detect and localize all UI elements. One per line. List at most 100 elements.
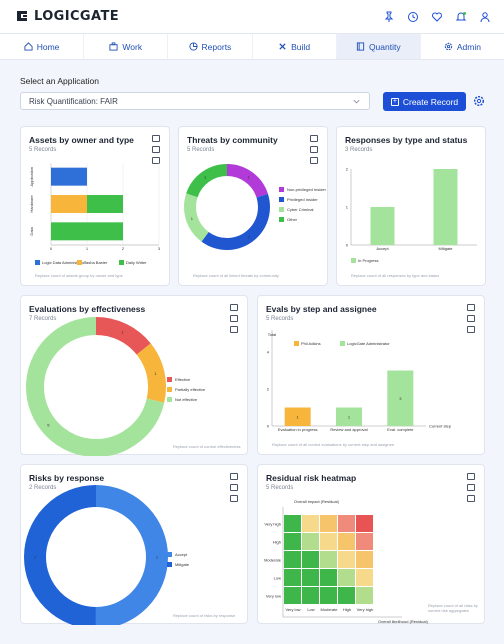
tab-home[interactable]: Home — [0, 34, 85, 59]
legend-swatch — [279, 197, 284, 202]
x-tick-label: Review and approval — [330, 427, 367, 432]
history-icon[interactable] — [402, 6, 424, 28]
brand-name: LOGICGATE — [34, 8, 119, 24]
heatmap-cell — [302, 551, 319, 568]
bell-icon[interactable] — [450, 6, 472, 28]
legend-swatch — [279, 187, 284, 192]
y-tick-label: Moderate — [264, 558, 282, 563]
heatmap-cell — [356, 551, 373, 568]
legend-label: Accept — [175, 552, 188, 557]
legend-swatch — [167, 397, 172, 402]
legend-swatch — [294, 341, 299, 346]
x-tick-label: Very low — [285, 607, 300, 612]
legend-swatch — [167, 387, 172, 392]
pie-chart-icon — [188, 42, 198, 51]
legend-label: Phil Adkins — [301, 341, 321, 346]
assets-card: Assets by owner and type 5 Records 0123A… — [20, 126, 170, 286]
heatmap-cell — [302, 515, 319, 532]
x-tick-label: High — [343, 607, 351, 612]
legend-label: Non-privileged Insider — [287, 187, 327, 192]
settings-gear-icon[interactable] — [473, 95, 485, 107]
heart-icon[interactable] — [426, 6, 448, 28]
y-tick-label: 0 — [267, 424, 270, 429]
assets-chart: 0 1 2 3ApplicationHardwareDataLogic Data Ad… — [29, 163, 161, 265]
legend-label: Tasha Baxter — [84, 260, 108, 265]
heatmap-cell — [302, 569, 319, 586]
tab-label: Build — [291, 41, 311, 52]
heatmap-cell — [356, 515, 373, 532]
x-tick-label: 2 — [122, 246, 125, 251]
tab-label: Admin — [456, 41, 481, 52]
y-axis-title: Overall impact (Residual) — [294, 499, 340, 504]
main-nav: Home Work Reports Build Quantity Admin — [0, 34, 504, 60]
donut-hole — [44, 335, 148, 439]
x-axis-title: Current step — [429, 424, 452, 429]
brand-logo[interactable]: LOGICGATE — [14, 8, 119, 24]
bar — [51, 195, 87, 213]
y-tick-label: 2 — [267, 387, 270, 392]
legend-swatch — [167, 377, 172, 382]
heatmap-cell — [284, 587, 301, 604]
application-select-value: Risk Quantification: FAIR — [29, 97, 118, 106]
responses-chart: 0 1 2 Accept Mitigate In Progress — [346, 167, 477, 263]
legend-swatch — [77, 260, 82, 265]
heatmap-cell — [284, 551, 301, 568]
legend-label: Cyber Criminal — [287, 207, 314, 212]
card-footer: Replace count of assets group by owner a… — [35, 273, 123, 278]
y-tick-label: Very low — [266, 594, 281, 599]
x-tick-label: 3 — [158, 246, 161, 251]
heatmap-cell — [320, 551, 337, 568]
x-tick-label: Low — [307, 607, 314, 612]
heatmap-cell — [284, 515, 301, 532]
legend-label: LogicGate Administrator — [347, 341, 390, 346]
card-footer: Replace count of all risks by current ri… — [428, 603, 478, 613]
card-footer: Replace count of all responses by type a… — [351, 273, 440, 278]
heatmap-cell — [302, 533, 319, 550]
y-tick-label: Very high — [264, 522, 281, 527]
tools-icon — [279, 43, 286, 50]
heatmap-cell — [284, 569, 301, 586]
legend-swatch — [167, 562, 172, 567]
card-footer: Replace count of risks by response — [173, 613, 236, 618]
legend-swatch — [279, 207, 284, 212]
legend-swatch — [340, 341, 345, 346]
risks-chart: 11 AcceptMitigate — [24, 485, 190, 625]
logo-icon — [17, 11, 27, 21]
legend-label: Other — [287, 217, 298, 222]
application-select[interactable]: Risk Quantification: FAIR — [20, 92, 370, 110]
heatmap-cell — [320, 533, 337, 550]
heatmap-cell — [338, 587, 355, 604]
x-tick-label: Evaluation in progress — [278, 427, 318, 432]
legend-label: Not effective — [175, 397, 198, 402]
create-record-label: Create Record — [402, 96, 459, 107]
legend-label: Partially effective — [175, 387, 206, 392]
user-icon[interactable] — [474, 6, 496, 28]
tab-reports[interactable]: Reports — [168, 34, 253, 59]
donut-hole — [46, 507, 146, 607]
legend-swatch — [351, 258, 356, 263]
tab-admin[interactable]: Admin — [421, 34, 504, 59]
y-tick-label: Low — [274, 576, 281, 581]
threats-card: Threats by community 5 Records 1 2 1 1 Non-p… — [178, 126, 328, 286]
evals-step-card: Evals by step and assignee 5 Records Tot… — [257, 295, 485, 455]
legend-label: Daily Writer — [126, 260, 147, 265]
y-tick-label: Application — [29, 167, 34, 187]
tab-build[interactable]: Build — [253, 34, 337, 59]
gear-icon — [444, 42, 453, 51]
card-footer: Replace count of control effectiveness — [173, 444, 241, 449]
tab-work[interactable]: Work — [84, 34, 169, 59]
y-axis-title: Total — [268, 332, 277, 337]
y-tick-label: Hardware — [29, 195, 34, 213]
book-icon — [356, 42, 365, 51]
x-tick-label: Very high — [357, 607, 374, 612]
select-application-label: Select an Application — [20, 76, 99, 86]
chevron-down-icon — [353, 99, 360, 104]
legend-swatch — [167, 552, 172, 557]
create-record-button[interactable]: + Create Record — [383, 92, 466, 111]
y-tick-label: 0 — [346, 243, 349, 248]
tab-quantity[interactable]: Quantity — [336, 34, 421, 59]
card-footer: Replace count of all control evaluations… — [272, 442, 395, 447]
legend-label: Privileged Insider — [287, 197, 318, 202]
x-tick-label: Moderate — [321, 607, 339, 612]
pin-icon[interactable] — [378, 6, 400, 28]
